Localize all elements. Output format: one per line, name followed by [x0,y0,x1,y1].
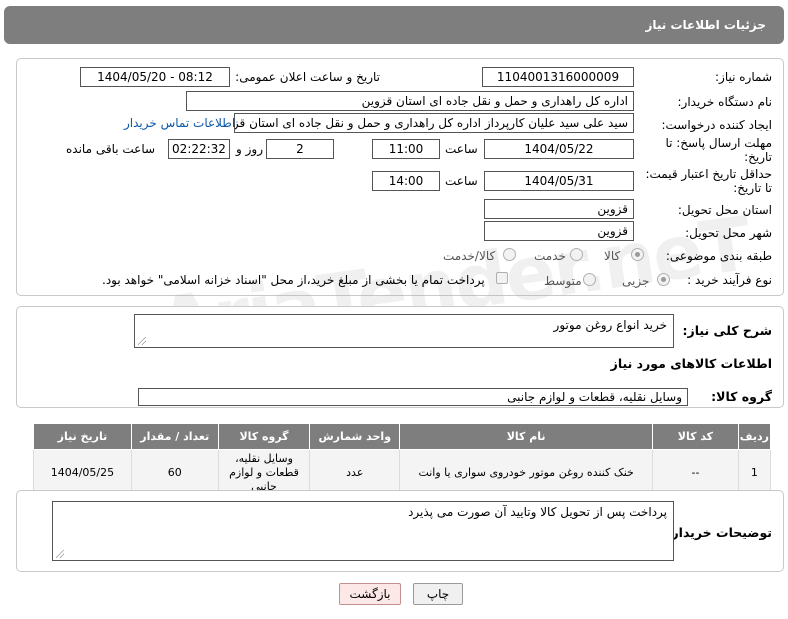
column-header: کد کالا [652,423,739,450]
creator-label: ایجاد کننده درخواست: [661,118,772,132]
days-label: روز و [236,142,263,156]
cell-unit: عدد [309,449,401,496]
city-field[interactable]: قزوین [484,221,634,241]
remaining-time-field[interactable]: 02:22:32 [168,139,230,159]
column-header: تاریخ نیاز [33,423,132,450]
category-option-goods: کالا [604,249,621,263]
reply-deadline-label: مهلت ارسال پاسخ: تا تاریخ: [665,136,772,164]
buyer-notes-text: پرداخت پس از تحویل کالا وتایید آن صورت م… [408,505,667,519]
page-title: جزئیات اطلاعات نیاز [645,18,766,32]
buyer-label: نام دستگاه خریدار: [677,95,773,109]
goods-section-title: اطلاعات کالاهای مورد نیاز [610,356,772,371]
column-header: ردیف [737,423,772,450]
goods-table: ردیف کد کالا نام کالا واحد شمارش گروه کا… [33,423,772,496]
process-radio-minor[interactable] [657,273,670,286]
cell-name: خنک کننده روغن موتور خودروی سواری یا وان… [399,449,654,496]
category-option-service: خدمت [534,249,566,263]
column-header: نام کالا [399,423,654,450]
cell-code: -- [652,449,739,496]
remaining-time-label: ساعت باقی مانده [66,142,156,156]
goods-table-header: ردیف کد کالا نام کالا واحد شمارش گروه کا… [33,423,772,450]
description-textarea[interactable]: خرید انواع روغن موتور [134,314,674,348]
cell-date: 1404/05/25 [33,449,132,496]
process-radio-medium[interactable] [583,273,596,286]
announce-label: تاریخ و ساعت اعلان عمومی: [235,70,380,84]
goods-group-label: گروه کالا: [711,389,772,404]
reply-deadline-label-line2: تاریخ: [744,150,772,164]
announce-field[interactable]: 1404/05/20 - 08:12 [80,67,230,87]
column-header: گروه کالا [217,423,311,450]
cell-qty: 60 [130,449,219,496]
reply-deadline-label-line1: مهلت ارسال پاسخ: تا [665,136,772,150]
price-validity-label-line1: حداقل تاریخ اعتبار قیمت: [645,167,772,181]
province-field[interactable]: قزوین [484,199,634,219]
cell-group: وسایل نقلیه، قطعات و لوازم جانبی [217,449,311,496]
description-text: خرید انواع روغن موتور [553,318,667,332]
province-label: استان محل تحویل: [677,203,772,217]
days-field[interactable]: 2 [266,139,334,159]
resize-grip-icon[interactable] [138,337,146,345]
resize-grip-icon[interactable] [56,550,64,558]
process-option-medium: متوسط [544,274,582,288]
category-label: طبقه بندی موضوعی: [665,249,772,263]
buyer-notes-textarea[interactable]: پرداخت پس از تحویل کالا وتایید آن صورت م… [52,501,674,561]
category-option-goods-service: کالا/خدمت [443,249,496,263]
reply-date-field[interactable]: 1404/05/22 [484,139,634,159]
treasury-payment-checkbox[interactable] [496,272,508,284]
price-validity-label: حداقل تاریخ اعتبار قیمت: تا تاریخ: [645,167,772,195]
price-validity-label-line2: تا تاریخ: [733,181,772,195]
price-date-field[interactable]: 1404/05/31 [484,171,634,191]
need-number-label: شماره نیاز: [715,70,772,84]
buyer-notes-label: توضیحات خریدار: [666,525,772,540]
column-header: واحد شمارش [309,423,401,450]
category-radio-goods-service[interactable] [503,248,516,261]
cell-row: 1 [737,449,772,496]
process-type-label: نوع فرآیند خرید : [687,273,772,287]
price-time-label: ساعت [445,174,478,188]
column-header: تعداد / مقدار [130,423,219,450]
city-label: شهر محل تحویل: [685,226,772,240]
price-time-field[interactable]: 14:00 [372,171,440,191]
contact-info-link[interactable]: اطلاعات تماس خریدار [124,116,235,130]
description-label: شرح کلی نیاز: [682,323,772,338]
goods-group-field[interactable]: وسایل نقلیه، قطعات و لوازم جانبی [138,388,688,406]
buyer-field[interactable]: اداره کل راهداری و حمل و نقل جاده ای است… [186,91,634,111]
print-button[interactable]: چاپ [413,583,463,605]
reply-time-field[interactable]: 11:00 [372,139,440,159]
reply-time-label: ساعت [445,142,478,156]
need-number-field[interactable]: 1104001316000009 [482,67,634,87]
back-button[interactable]: بازگشت [339,583,401,605]
category-radio-goods[interactable] [631,248,644,261]
process-option-minor: جزیی [622,274,650,288]
treasury-payment-note: پرداخت تمام یا بخشی از مبلغ خرید،از محل … [102,273,485,287]
table-row[interactable]: 1 -- خنک کننده روغن موتور خودروی سواری ی… [33,449,772,496]
category-radio-service[interactable] [570,248,583,261]
creator-field[interactable]: سید علی سید علیان کارپرداز اداره کل راهد… [234,113,634,133]
page-header: جزئیات اطلاعات نیاز [4,6,784,44]
